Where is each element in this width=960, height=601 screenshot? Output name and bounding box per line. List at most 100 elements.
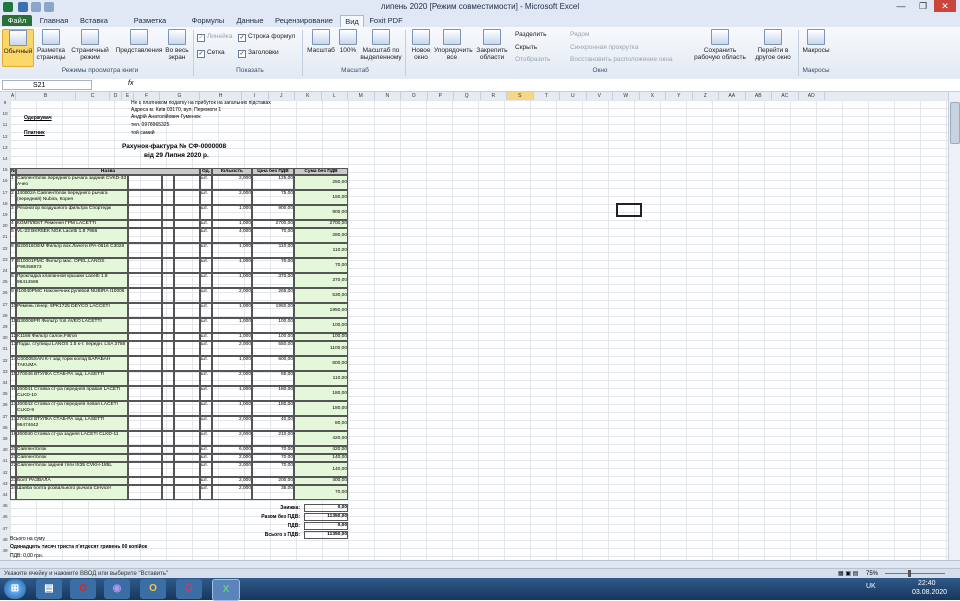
split-button[interactable]: Разделить [515,31,546,38]
invoice-cell-name[interactable]: Подш. ступицы LANOS 1.5 к-т. передн. LSA… [16,341,128,356]
row-header[interactable]: 35 [0,391,10,396]
invoice-cell-empty[interactable] [174,386,200,401]
invoice-cell-empty[interactable] [128,341,162,356]
invoice-cell-empty[interactable] [162,386,174,401]
headings-checkbox[interactable]: ✓ Заголовки [238,49,279,58]
custom-views-button[interactable]: Представления [114,29,164,54]
insert-function-icon[interactable]: fx [128,80,133,87]
invoice-cell-empty[interactable] [128,462,162,477]
new-window-button[interactable]: Новое окно [408,29,434,61]
invoice-cell-empty[interactable] [174,454,200,462]
invoice-cell-sum[interactable]: 110,00 [294,371,348,386]
invoice-cell-sum[interactable]: 100,00 [294,318,348,333]
invoice-cell-empty[interactable] [174,205,200,220]
invoice-cell-empty[interactable] [162,288,174,303]
column-header[interactable]: B [16,92,76,100]
invoice-cell-empty[interactable] [162,401,174,416]
total-value[interactable]: 11350,00 [304,531,348,539]
invoice-cell-qty[interactable]: 2,000 [212,190,252,205]
column-header[interactable]: H [200,92,242,100]
invoice-cell-name[interactable]: Сайлентблок [16,446,128,454]
column-header[interactable]: L [322,92,348,100]
invoice-cell-sum[interactable]: 280,00 [294,228,348,243]
column-header[interactable]: I [242,92,269,100]
invoice-cell-empty[interactable] [162,356,174,371]
invoice-cell-empty[interactable] [128,454,162,462]
invoice-cell-empty[interactable] [128,175,162,190]
language-indicator[interactable]: UK [866,583,876,590]
zoom-button[interactable]: Масштаб [306,29,336,54]
row-header[interactable]: 38 [0,425,10,430]
invoice-cell-price[interactable]: 55,00 [252,371,294,386]
column-header[interactable]: T [534,92,560,100]
invoice-cell-qty[interactable]: 2,000 [212,462,252,477]
row-header[interactable]: 29 [0,324,10,329]
row-header[interactable]: 24 [0,268,10,273]
invoice-cell-empty[interactable] [174,356,200,371]
row-header[interactable]: 13 [0,145,10,150]
invoice-cell-unit[interactable]: шт. [200,477,212,485]
invoice-cell-sum[interactable]: 900,00 [294,205,348,220]
column-header[interactable]: W [613,92,640,100]
invoice-cell-sum[interactable]: 1950,00 [294,303,348,318]
invoice-cell-sum[interactable]: 250,00 [294,175,348,190]
tab-file[interactable]: Файл [2,15,32,26]
row-header[interactable]: 34 [0,380,10,385]
freeze-panes-button[interactable]: Закрепить области [472,29,512,61]
invoice-cell-empty[interactable] [174,220,200,228]
invoice-cell-price[interactable]: 100,00 [252,333,294,341]
invoice-cell-name[interactable]: B30008PR Фильтр топ.AVEO LACETTI [16,318,128,333]
page-layout-view-button[interactable]: Разметка страницы [35,29,67,61]
invoice-cell-qty[interactable]: 1,000 [212,386,252,401]
invoice-cell-name[interactable]: I10040PMC Наконечник рулевой NUBIRA I100… [16,288,128,303]
viber-icon[interactable]: ◉ [104,579,130,599]
row-header[interactable]: 36 [0,402,10,407]
invoice-cell-price[interactable]: 40,00 [252,416,294,431]
invoice-cell-sum[interactable]: 180,00 [294,401,348,416]
column-header[interactable]: E [122,92,134,100]
invoice-cell-empty[interactable] [174,446,200,454]
invoice-cell-qty[interactable]: 1,000 [212,258,252,273]
tab-data[interactable]: Данные [232,15,268,26]
tab-review[interactable]: Рецензирование [272,15,336,26]
invoice-cell-empty[interactable] [174,175,200,190]
invoice-cell-qty[interactable]: 1,000 [212,205,252,220]
invoice-cell-empty[interactable] [162,175,174,190]
invoice-cell-price[interactable]: 180,00 [252,401,294,416]
synchronous-scroll-button[interactable]: Синхронная прокрутка [570,44,638,51]
column-header[interactable]: P [428,92,454,100]
invoice-cell-qty[interactable]: 2,000 [212,416,252,431]
start-button[interactable]: ⊞ [4,579,26,599]
invoice-cell-unit[interactable]: шт. [200,220,212,228]
invoice-cell-empty[interactable] [128,356,162,371]
invoice-cell-sum[interactable]: 100,00 [294,333,348,341]
invoice-cell-name[interactable]: Шайба болта розвального рычага Cervice! [16,485,128,500]
invoice-cell-unit[interactable]: шт. [200,416,212,431]
row-header[interactable]: 43 [0,481,10,486]
invoice-cell-empty[interactable] [162,303,174,318]
invoice-cell-empty[interactable] [174,228,200,243]
row-header[interactable]: 30 [0,335,10,340]
invoice-cell-name[interactable]: Резонатор воздушного фильтра Спортедж [16,205,128,220]
invoice-cell-qty[interactable]: 1,000 [212,333,252,341]
invoice-cell-qty[interactable]: 1,000 [212,356,252,371]
invoice-cell-unit[interactable]: шт. [200,303,212,318]
column-header[interactable]: F [134,92,160,100]
hide-button[interactable]: Скрыть [515,44,537,51]
invoice-cell-qty[interactable]: 2,000 [212,371,252,386]
column-header[interactable]: S [507,92,534,100]
row-header[interactable]: 12 [0,134,10,139]
invoice-cell-qty[interactable]: 2,000 [212,477,252,485]
invoice-cell-sum[interactable]: 2700,00 [294,220,348,228]
invoice-cell-price[interactable]: 265,00 [252,288,294,303]
invoice-cell-sum[interactable]: 140,00 [294,454,348,462]
invoice-cell-empty[interactable] [162,462,174,477]
row-header[interactable]: 18 [0,201,10,206]
invoice-cell-price[interactable]: 70,00 [252,446,294,454]
invoice-cell-empty[interactable] [174,190,200,205]
invoice-cell-unit[interactable]: шт. [200,228,212,243]
invoice-cell-empty[interactable] [162,243,174,258]
column-header[interactable]: Y [666,92,693,100]
invoice-cell-name[interactable]: J70042 ВТУЛКА СТАБ-РА зад. LASETTI 96474… [16,416,128,431]
invoice-cell-qty[interactable]: 2,000 [212,431,252,446]
